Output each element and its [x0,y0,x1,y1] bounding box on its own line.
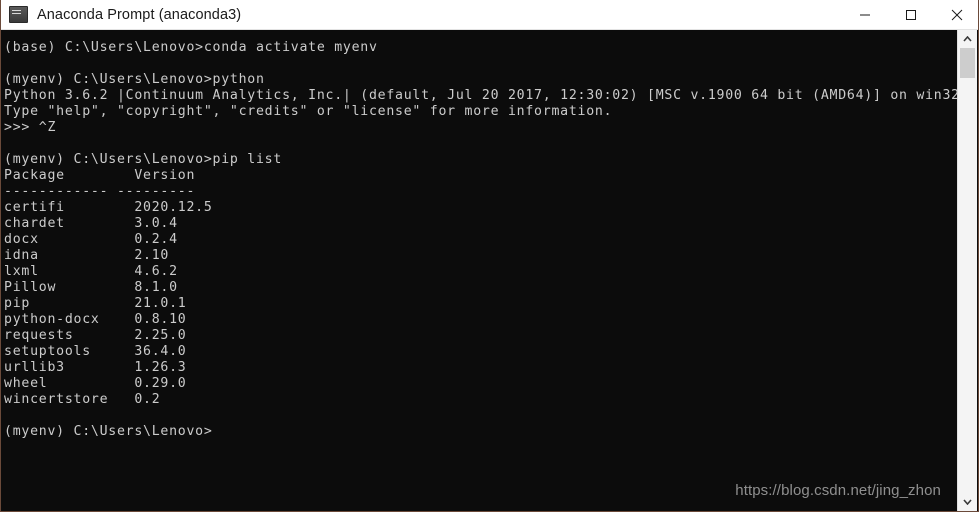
terminal-output-area[interactable]: (base) C:\Users\Lenovo>conda activate my… [2,30,959,511]
minimize-button[interactable] [842,0,888,29]
scrollbar-thumb[interactable] [960,48,975,78]
titlebar[interactable]: Anaconda Prompt (anaconda3) [1,0,978,30]
window-title: Anaconda Prompt (anaconda3) [37,6,242,23]
watermark-text: https://blog.csdn.net/jing_zhon [735,482,941,499]
scroll-up-button[interactable] [958,30,977,48]
scroll-down-button[interactable] [958,493,977,511]
window-controls [842,0,978,29]
close-button[interactable] [934,0,978,29]
maximize-button[interactable] [888,0,934,29]
chevron-down-icon [963,499,972,505]
console-window-icon [9,6,28,23]
anaconda-prompt-window: Anaconda Prompt (anaconda3) (base) C:\Us… [0,0,979,512]
console-text: (base) C:\Users\Lenovo>conda activate my… [4,40,959,439]
chevron-up-icon [963,36,972,42]
vertical-scrollbar[interactable] [957,30,977,511]
